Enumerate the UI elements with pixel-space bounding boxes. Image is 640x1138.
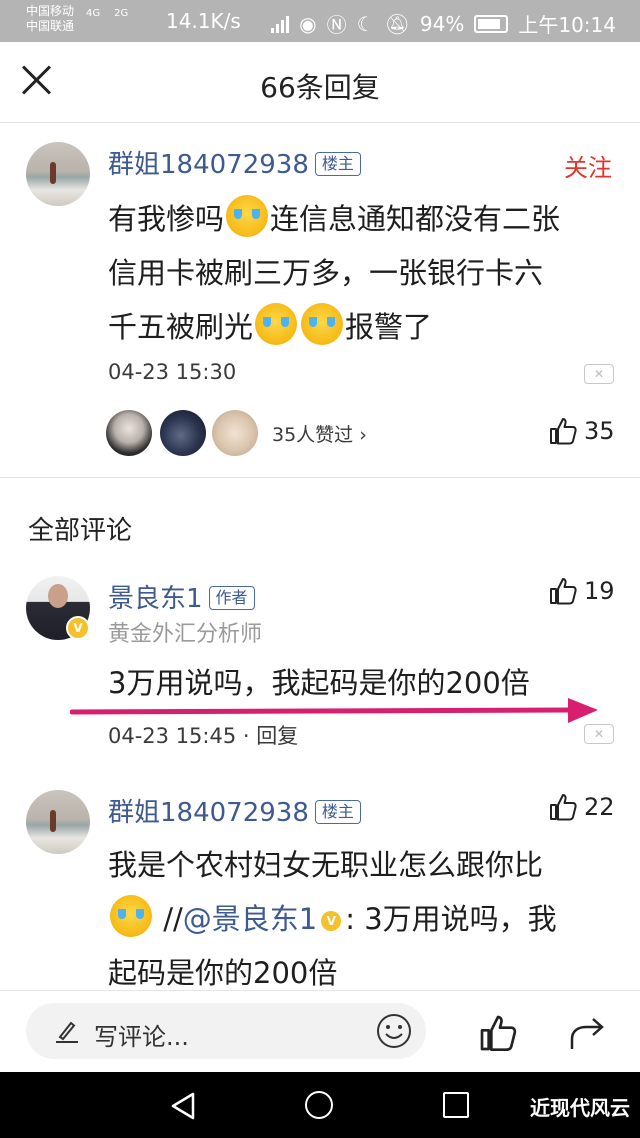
liker-avatar[interactable]	[160, 410, 206, 456]
username[interactable]: 群姐184072938	[108, 798, 309, 828]
crying-emoji-icon	[110, 895, 152, 937]
status-icons: ◉ Ⓝ ☾ 🔕︎ 94% 上午10:14	[271, 9, 616, 38]
emoji-picker-icon[interactable]	[376, 1013, 412, 1049]
post-text-5: 报警了	[345, 310, 433, 344]
thumbs-up-icon	[550, 794, 577, 821]
comment-like-button[interactable]: 19	[548, 576, 615, 606]
quote-prefix: //	[163, 902, 183, 936]
back-icon[interactable]	[170, 1092, 196, 1120]
crying-emoji-icon	[301, 303, 344, 345]
thumbs-up-icon[interactable]	[478, 1013, 518, 1053]
comment-text-2: : 3万用说吗，我	[345, 902, 557, 936]
comment-meta[interactable]: 04-23 15:45 · 回复	[108, 720, 298, 750]
comment-input[interactable]: 写评论...	[26, 1003, 426, 1059]
clock: 上午10:14	[518, 13, 616, 37]
bell-off-icon: 🔕︎	[384, 11, 410, 36]
moon-icon: ☾	[356, 11, 375, 36]
comment-like-button[interactable]: 22	[548, 792, 615, 822]
user-title: 黄金外汇分析师	[108, 622, 263, 647]
watermark: 近现代风云	[530, 1096, 630, 1120]
network-type: 4G 2G	[86, 8, 128, 19]
like-count: 35	[584, 417, 615, 445]
username[interactable]: 景良东1	[108, 584, 203, 614]
post-text-1: 有我惨吗	[108, 202, 225, 236]
comment-text-1: 我是个农村妇女无职业怎么跟你比	[108, 848, 544, 882]
verified-badge-icon: V	[66, 616, 90, 640]
liker-avatar[interactable]	[106, 410, 152, 456]
post-content: 有我惨吗 连信息通知都没有二张 信用卡被刷三万多，一张银行卡六 千五被刷光 报警了	[108, 192, 628, 354]
post-text-2: 连信息通知都没有二张	[270, 202, 561, 236]
carrier-info: 中国移动 中国联通	[26, 4, 74, 34]
comment-author[interactable]: 群姐184072938 楼主	[108, 792, 361, 829]
thumbs-up-icon	[550, 418, 577, 445]
follow-button[interactable]: 关注	[564, 148, 612, 183]
pen-icon	[56, 1021, 78, 1043]
comment-bar: 写评论...	[0, 990, 640, 1073]
avatar[interactable]	[26, 142, 90, 206]
crying-emoji-icon	[255, 303, 298, 345]
bars-icon	[271, 15, 290, 33]
op-badge: 楼主	[314, 800, 361, 824]
carrier-2: 中国联通	[26, 19, 75, 33]
post-timestamp: 04-23 15:30	[108, 360, 237, 384]
post-text-4: 千五被刷光	[108, 310, 254, 344]
share-icon[interactable]	[568, 1013, 608, 1053]
nfc-icon: Ⓝ	[326, 13, 347, 37]
system-nav-bar: 近现代风云	[0, 1072, 640, 1138]
comment-placeholder: 写评论...	[94, 1023, 189, 1051]
avatar[interactable]	[26, 790, 90, 854]
verified-badge-icon: V	[319, 909, 344, 933]
likers-link[interactable]: 35人赞过 ›	[272, 420, 367, 447]
crying-emoji-icon	[226, 195, 269, 237]
home-icon[interactable]	[305, 1091, 333, 1119]
like-count: 22	[584, 793, 615, 821]
post-author[interactable]: 群姐184072938 楼主	[108, 144, 361, 181]
report-icon[interactable]: ✕	[584, 724, 614, 744]
divider	[0, 477, 640, 478]
section-title: 全部评论	[28, 516, 133, 546]
status-bar: 中国移动 中国联通 4G 2G 14.1K/s ◉ Ⓝ ☾ 🔕︎ 94% 上午1…	[0, 0, 640, 42]
battery-icon	[474, 14, 509, 33]
page-title: 66条回复	[260, 71, 380, 104]
network-2: 2G	[114, 8, 129, 19]
header: 66条回复	[0, 42, 640, 123]
post-text-3: 信用卡被刷三万多，一张银行卡六	[108, 256, 544, 290]
network-1: 4G	[86, 8, 101, 19]
mention-link[interactable]: @景良东1	[183, 902, 317, 936]
thumbs-up-icon	[550, 578, 577, 605]
username[interactable]: 群姐184072938	[108, 150, 309, 180]
op-badge: 楼主	[314, 152, 361, 176]
author-badge: 作者	[208, 586, 255, 610]
eye-icon: ◉	[299, 11, 317, 36]
battery-percent: 94%	[419, 11, 465, 36]
network-speed: 14.1K/s	[166, 9, 241, 33]
recents-icon[interactable]	[443, 1092, 469, 1118]
like-count: 19	[584, 577, 615, 605]
carrier-1: 中国移动	[26, 4, 75, 18]
comment-author[interactable]: 景良东1 作者	[108, 578, 255, 615]
post-like-button[interactable]: 35	[548, 416, 615, 446]
liker-avatar[interactable]	[212, 410, 258, 456]
comment-text: 我是个农村妇女无职业怎么跟你比 //@景良东1 V: 3万用说吗，我 起码是你的2…	[108, 838, 628, 1000]
report-icon[interactable]: ✕	[584, 364, 614, 384]
